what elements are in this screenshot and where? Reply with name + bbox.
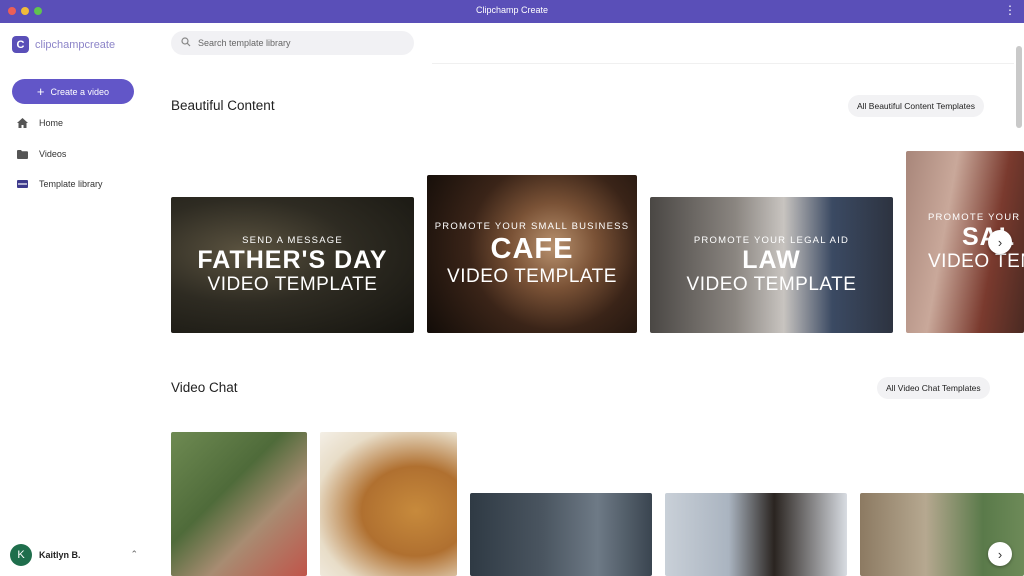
- card-subtitle: PROMOTE YOUR LEGAL AID: [693, 234, 850, 246]
- sidebar-item-template-library[interactable]: Template library: [16, 178, 103, 190]
- header-divider: [432, 63, 1014, 64]
- avatar: K: [10, 544, 32, 566]
- search-bar[interactable]: [171, 31, 414, 55]
- app-logo[interactable]: C clipchampcreate: [12, 36, 115, 53]
- section-title-beautiful-content: Beautiful Content: [171, 98, 275, 113]
- sidebar-item-home[interactable]: Home: [16, 117, 63, 129]
- card-overlay: PROMOTE YOUR SMALL BUSINESS CAFE VIDEO T…: [427, 175, 637, 333]
- card-caption: VIDEO TEMP: [928, 250, 1024, 272]
- search-icon: [181, 34, 191, 52]
- card-overlay: SEND A MESSAGE FATHER'S DAY VIDEO TEMPLA…: [171, 197, 414, 333]
- all-video-chat-button[interactable]: All Video Chat Templates: [877, 377, 990, 399]
- card-title: CAFE: [490, 232, 574, 265]
- logo-text-main: clipchamp: [35, 38, 85, 51]
- folder-icon: [16, 148, 28, 160]
- template-icon: [16, 178, 28, 190]
- kebab-icon[interactable]: ⋮: [1004, 3, 1016, 17]
- window-titlebar: Clipchamp Create ⋮: [0, 0, 1024, 23]
- card-title: FATHER'S DAY: [197, 245, 388, 274]
- chevron-up-icon[interactable]: ⌃: [130, 549, 138, 560]
- section-title-video-chat: Video Chat: [171, 380, 238, 395]
- carousel-next-button[interactable]: ›: [988, 542, 1012, 566]
- card-overlay: PROMOTE YOUR LEGAL AID LAW VIDEO TEMPLAT…: [650, 197, 893, 333]
- plus-icon: +: [36, 83, 45, 99]
- video-chat-thumbnail[interactable]: [320, 432, 457, 576]
- create-video-label: Create a video: [50, 86, 110, 97]
- template-card-cafe[interactable]: PROMOTE YOUR SMALL BUSINESS CAFE VIDEO T…: [427, 175, 637, 333]
- logo-text: clipchampcreate: [35, 39, 115, 51]
- chevron-right-icon: ›: [997, 234, 1003, 250]
- card-caption: VIDEO TEMPLATE: [207, 273, 378, 295]
- video-chat-thumbnail[interactable]: [470, 493, 652, 576]
- window-title: Clipchamp Create: [475, 5, 549, 15]
- user-menu[interactable]: K Kaitlyn B. ⌃: [10, 543, 140, 567]
- scrollbar-thumb[interactable]: [1016, 46, 1022, 128]
- sidebar-item-label: Home: [39, 118, 64, 128]
- card-subtitle: PROMOTE YOUR SMALL BUSINESS: [434, 220, 630, 232]
- video-chat-thumbnail[interactable]: [665, 493, 847, 576]
- search-input[interactable]: [198, 38, 398, 48]
- create-video-button[interactable]: + Create a video: [12, 79, 134, 104]
- all-beautiful-content-button[interactable]: All Beautiful Content Templates: [848, 95, 984, 117]
- card-subtitle: PROMOTE YOUR WIN: [928, 211, 1024, 223]
- chevron-right-icon: ›: [997, 546, 1003, 562]
- sidebar-item-videos[interactable]: Videos: [16, 148, 66, 160]
- card-caption: VIDEO TEMPLATE: [686, 273, 857, 295]
- template-card-law[interactable]: PROMOTE YOUR LEGAL AID LAW VIDEO TEMPLAT…: [650, 197, 893, 333]
- logo-mark: C: [12, 36, 29, 53]
- carousel-next-button[interactable]: ›: [988, 230, 1012, 254]
- video-chat-thumbnail[interactable]: [171, 432, 307, 576]
- card-caption: VIDEO TEMPLATE: [447, 265, 617, 287]
- template-card-fathers-day[interactable]: SEND A MESSAGE FATHER'S DAY VIDEO TEMPLA…: [171, 197, 414, 333]
- sidebar: C clipchampcreate + Create a video Home …: [0, 23, 150, 576]
- sidebar-item-label: Template library: [39, 179, 103, 189]
- card-subtitle: SEND A MESSAGE: [242, 234, 343, 246]
- home-icon: [16, 117, 28, 129]
- logo-text-suffix: create: [84, 38, 116, 51]
- card-title: LAW: [742, 245, 801, 274]
- sidebar-item-label: Videos: [39, 149, 67, 159]
- user-name: Kaitlyn B.: [39, 550, 81, 560]
